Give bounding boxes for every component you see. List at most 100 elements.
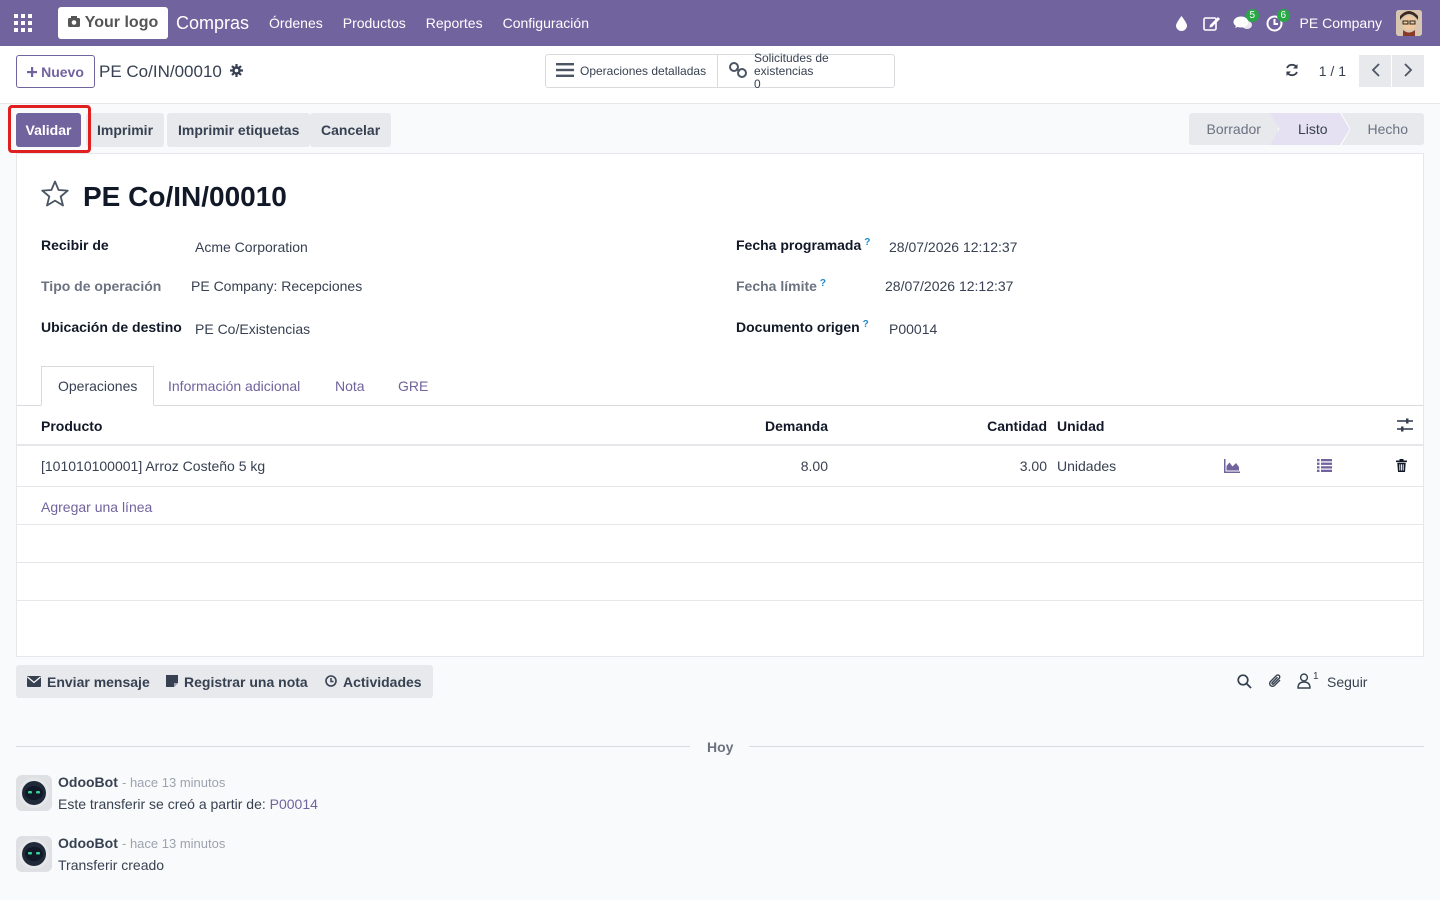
add-line-row: Agregar una línea: [17, 487, 1423, 525]
origin-link[interactable]: P00014: [270, 796, 318, 812]
help-icon[interactable]: ?: [863, 319, 869, 330]
pager-value[interactable]: 1 / 1: [1319, 63, 1346, 79]
row-product[interactable]: [101010100001] Arroz Costeño 5 kg: [41, 458, 265, 474]
notebook-tabs: Operaciones Información adicional Nota G…: [17, 366, 1423, 406]
trash-icon[interactable]: [1396, 459, 1407, 475]
col-quantity[interactable]: Cantidad: [987, 418, 1047, 434]
paperclip-icon[interactable]: [1268, 673, 1283, 692]
table-header: Producto Demanda Cantidad Unidad: [17, 406, 1423, 446]
deadline-label: Fecha límite?: [736, 278, 826, 294]
menu-item-productos[interactable]: Productos: [333, 15, 416, 31]
deadline-field[interactable]: 28/07/2026 12:12:37: [885, 278, 1013, 294]
messages-count-badge: 5: [1245, 9, 1260, 22]
partner-label: Recibir de: [41, 237, 109, 253]
list-icon: [556, 62, 574, 80]
smart-buttons: Operaciones detalladas Solicitudes de ex…: [545, 51, 895, 90]
message-author[interactable]: OdooBot: [58, 835, 118, 851]
app-name[interactable]: Compras: [176, 13, 249, 34]
add-line-link[interactable]: Agregar una línea: [41, 499, 152, 515]
deadline-label-text: Fecha límite: [736, 278, 817, 294]
message-author[interactable]: OdooBot: [58, 774, 118, 790]
avatar[interactable]: [16, 775, 52, 811]
activities-button[interactable]: Actividades: [314, 665, 433, 698]
envelope-icon: [27, 674, 41, 690]
menu-item-reportes[interactable]: Reportes: [416, 15, 493, 31]
print-labels-button[interactable]: Imprimir etiquetas: [167, 113, 311, 147]
cancel-button[interactable]: Cancelar: [310, 113, 392, 147]
pager-previous-button[interactable]: [1359, 55, 1391, 87]
message-time: - hace 13 minutos: [122, 836, 226, 851]
date-separator: Hoy: [707, 739, 734, 755]
details-list-icon[interactable]: [1317, 459, 1332, 475]
new-button[interactable]: Nuevo: [16, 55, 95, 88]
tab-gre[interactable]: GRE: [382, 366, 444, 406]
pager-next-button[interactable]: [1392, 55, 1424, 87]
send-message-button[interactable]: Enviar mensaje: [16, 665, 161, 698]
col-product[interactable]: Producto: [41, 418, 102, 434]
followers-icon[interactable]: [1297, 673, 1311, 692]
follow-button[interactable]: Seguir: [1327, 674, 1367, 690]
search-icon[interactable]: [1237, 674, 1252, 692]
log-note-button[interactable]: Registrar una nota: [155, 665, 319, 698]
partner-field[interactable]: Acme Corporation: [195, 239, 308, 255]
help-icon[interactable]: ?: [820, 278, 826, 289]
forecast-chart-icon[interactable]: [1224, 459, 1240, 476]
stage-done[interactable]: Hecho: [1341, 113, 1424, 145]
avatar[interactable]: [16, 836, 52, 872]
smart-button-label: Operaciones detalladas: [580, 64, 707, 78]
tab-note[interactable]: Nota: [319, 366, 381, 406]
smart-button-detailed-operations[interactable]: Operaciones detalladas: [546, 55, 717, 87]
star-icon[interactable]: [41, 180, 69, 214]
company-logo[interactable]: Your logo: [58, 7, 168, 39]
operation-type-field[interactable]: PE Company: Recepciones: [191, 278, 362, 294]
main-menu: Órdenes Productos Reportes Configuración: [259, 15, 599, 31]
empty-row: [17, 563, 1423, 601]
row-quantity[interactable]: 3.00: [1020, 458, 1047, 474]
menu-item-ordenes[interactable]: Órdenes: [259, 15, 333, 31]
tab-operations[interactable]: Operaciones: [41, 366, 155, 406]
scheduled-date-field[interactable]: 28/07/2026 12:12:37: [889, 239, 1017, 255]
menu-item-configuracion[interactable]: Configuración: [493, 15, 599, 31]
date-divider: [749, 746, 1424, 747]
print-button[interactable]: Imprimir: [86, 113, 165, 147]
origin-field[interactable]: P00014: [889, 321, 937, 337]
scheduled-date-label: Fecha programada?: [736, 237, 870, 253]
activities-icon[interactable]: 6: [1259, 0, 1291, 46]
row-unit[interactable]: Unidades: [1057, 458, 1116, 474]
gear-icon[interactable]: [229, 62, 243, 82]
apps-menu-icon[interactable]: [0, 0, 46, 46]
stage-draft[interactable]: Borrador: [1189, 113, 1278, 145]
smart-button-value: 0: [754, 76, 761, 91]
tab-additional-info[interactable]: Información adicional: [152, 366, 316, 406]
control-panel: Nuevo PE Co/IN/00010 Operaciones detalla…: [0, 46, 1440, 104]
smart-button-text: Solicitudes de existencias 0: [754, 51, 884, 91]
help-icon[interactable]: ?: [864, 237, 870, 248]
smart-button-stock-requests[interactable]: Solicitudes de existencias 0: [717, 51, 894, 90]
highlight-box: [8, 105, 91, 153]
empty-row: [17, 525, 1423, 563]
note-icon: [166, 674, 178, 690]
col-unit[interactable]: Unidad: [1057, 418, 1104, 434]
send-message-label: Enviar mensaje: [47, 673, 150, 690]
col-demand[interactable]: Demanda: [765, 418, 828, 434]
table-row[interactable]: [101010100001] Arroz Costeño 5 kg 8.00 3…: [17, 446, 1423, 487]
activities-count-badge: 6: [1276, 9, 1291, 22]
messages-icon[interactable]: 5: [1228, 0, 1260, 46]
clock-icon: [325, 674, 337, 690]
message-text: Este transferir se creó a partir de:: [58, 796, 270, 812]
date-divider: [16, 746, 690, 747]
top-navbar: Your logo Compras Órdenes Productos Repo…: [0, 0, 1440, 46]
message-time: - hace 13 minutos: [122, 775, 226, 790]
optional-columns-icon[interactable]: [1397, 418, 1413, 435]
record-name: PE Co/IN/00010: [83, 181, 287, 212]
breadcrumb: PE Co/IN/00010: [99, 62, 243, 82]
refresh-icon[interactable]: [1285, 63, 1299, 80]
drop-icon[interactable]: [1166, 0, 1197, 46]
scheduled-date-label-text: Fecha programada: [736, 237, 862, 253]
company-switcher[interactable]: PE Company: [1300, 15, 1382, 31]
stage-ready[interactable]: Listo: [1269, 113, 1350, 145]
dest-location-field[interactable]: PE Co/Existencias: [195, 321, 310, 337]
row-demand[interactable]: 8.00: [801, 458, 828, 474]
edit-icon[interactable]: [1197, 0, 1228, 46]
user-avatar[interactable]: [1396, 10, 1422, 36]
